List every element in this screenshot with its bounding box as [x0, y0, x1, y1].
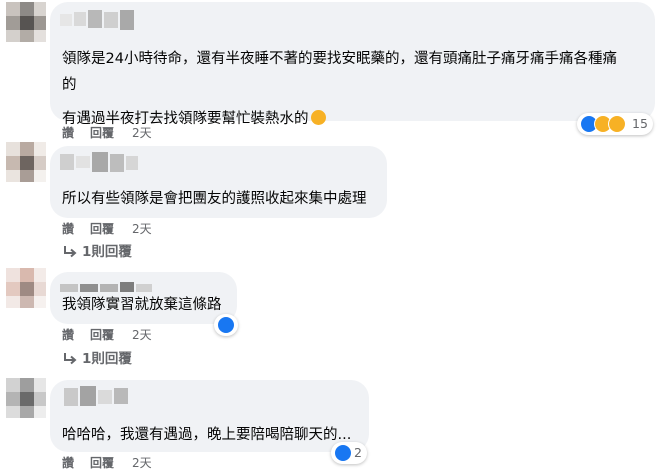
- reactions-summary[interactable]: 2: [331, 442, 367, 464]
- commenter-avatar[interactable]: [6, 142, 46, 182]
- reply-link[interactable]: 回覆: [90, 455, 114, 471]
- commenter-name-blurred[interactable]: [60, 10, 150, 32]
- comment-line: 的: [62, 77, 77, 93]
- hot-face-emoji-icon: [310, 110, 326, 125]
- care-icon: [608, 115, 626, 133]
- comment-line: 哈哈哈，我還有遇過，晚上要陪喝陪聊天的...: [62, 427, 352, 443]
- reply-link[interactable]: 回覆: [90, 125, 114, 141]
- comment-line: 領隊是24小時待命，還有半夜睡不著的要找安眠藥的，還有頭痛肚子痛牙痛手痛各種痛: [62, 51, 617, 67]
- like-link[interactable]: 讚: [62, 327, 74, 343]
- comment-text: 所以有些領隊是會把團友的護照收起來集中處理: [62, 186, 382, 212]
- comment-bubble: 所以有些領隊是會把團友的護照收起來集中處理: [50, 146, 387, 218]
- timestamp[interactable]: 2天: [132, 455, 152, 471]
- reaction-count: 15: [632, 116, 648, 131]
- comment-bubble: 哈哈哈，我還有遇過，晚上要陪喝陪聊天的...: [50, 380, 369, 452]
- reactions-summary[interactable]: 15: [577, 113, 653, 135]
- reply-arrow-icon: [64, 246, 77, 258]
- comment-line: 所以有些領隊是會把團友的護照收起來集中處理: [62, 191, 367, 207]
- like-icon: [334, 444, 352, 462]
- like-link[interactable]: 讚: [62, 125, 74, 141]
- comment-actions: 讚 回覆 2天: [62, 455, 262, 471]
- replies-count-label: 1則回覆: [82, 351, 132, 367]
- comment-text: 我領隊實習就放棄這條路: [62, 292, 237, 318]
- reaction-count: 2: [354, 445, 362, 460]
- comment-actions: 讚 回覆 2天: [62, 327, 262, 343]
- timestamp[interactable]: 2天: [132, 327, 152, 343]
- like-link[interactable]: 讚: [62, 221, 74, 237]
- view-replies-link[interactable]: 1則回覆: [62, 350, 182, 368]
- view-replies-link[interactable]: 1則回覆: [62, 243, 182, 261]
- reply-link[interactable]: 回覆: [90, 327, 114, 343]
- comment-text: 領隊是24小時待命，還有半夜睡不著的要找安眠藥的，還有頭痛肚子痛牙痛手痛各種痛 …: [62, 46, 652, 132]
- replies-count-label: 1則回覆: [82, 244, 132, 260]
- comment-actions: 讚 回覆 2天: [62, 221, 262, 237]
- comment-actions: 讚 回覆 2天: [62, 125, 262, 141]
- reply-link[interactable]: 回覆: [90, 221, 114, 237]
- commenter-name-blurred[interactable]: [60, 386, 180, 408]
- commenter-name-blurred[interactable]: [60, 152, 180, 174]
- like-link[interactable]: 讚: [62, 455, 74, 471]
- commenter-avatar[interactable]: [6, 268, 46, 308]
- comment-bubble: 我領隊實習就放棄這條路: [50, 272, 237, 324]
- comment-line: 我領隊實習就放棄這條路: [62, 297, 222, 313]
- timestamp[interactable]: 2天: [132, 221, 152, 237]
- comment-text: 哈哈哈，我還有遇過，晚上要陪喝陪聊天的...: [62, 422, 367, 448]
- reply-arrow-icon: [64, 353, 77, 365]
- commenter-avatar[interactable]: [6, 2, 46, 42]
- timestamp[interactable]: 2天: [132, 125, 152, 141]
- commenter-avatar[interactable]: [6, 378, 46, 418]
- comment-bubble: 領隊是24小時待命，還有半夜睡不著的要找安眠藥的，還有頭痛肚子痛牙痛手痛各種痛 …: [50, 2, 655, 127]
